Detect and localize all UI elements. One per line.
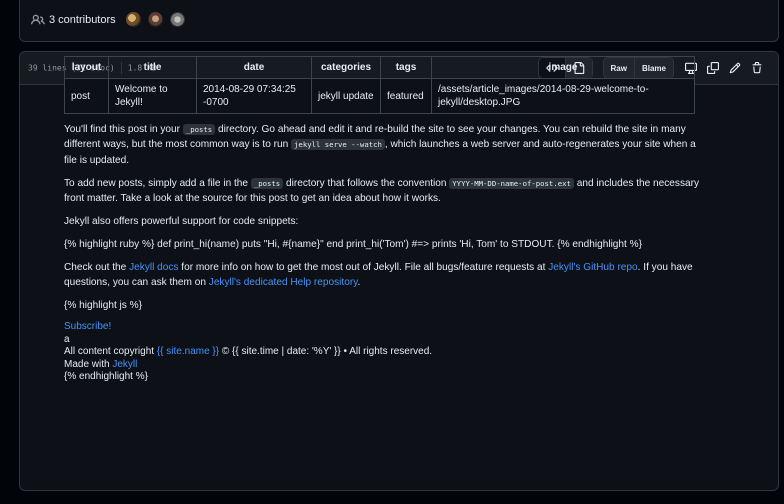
edit-button[interactable] bbox=[724, 58, 746, 78]
rendered-markdown: layout title date categories tags image … bbox=[64, 56, 704, 384]
help-repo-link[interactable]: Jekyll's dedicated Help repository bbox=[209, 277, 358, 288]
contributors-count[interactable]: 3 contributors bbox=[49, 14, 116, 26]
copy-icon bbox=[707, 62, 719, 74]
table-header-row: layout title date categories tags image bbox=[64, 56, 695, 79]
contributor-avatar[interactable] bbox=[125, 12, 141, 27]
table-header: title bbox=[108, 56, 197, 79]
pencil-icon bbox=[729, 62, 741, 74]
text: Made with bbox=[64, 358, 113, 370]
text: You'll find this post in your bbox=[64, 124, 183, 135]
paragraph: You'll find this post in your _posts dir… bbox=[64, 122, 704, 168]
copy-button[interactable] bbox=[702, 58, 724, 78]
table-cell: /assets/article_images/2014-08-29-welcom… bbox=[431, 78, 695, 114]
paragraph: Jekyll also offers powerful support for … bbox=[64, 216, 299, 228]
text: for more info on how to get the most out… bbox=[178, 261, 549, 273]
text: directory that follows the convention bbox=[283, 177, 450, 189]
contributors-bar: 3 contributors bbox=[19, 0, 779, 42]
paragraph: {% highlight ruby %} def print_hi(name) … bbox=[64, 238, 642, 250]
inline-code: _posts bbox=[182, 124, 216, 135]
delete-button[interactable] bbox=[746, 58, 768, 78]
table-header: image bbox=[431, 56, 695, 79]
contributor-avatar[interactable] bbox=[147, 12, 163, 27]
jekyll-link[interactable]: Jekyll bbox=[112, 359, 137, 370]
table-cell: jekyll update bbox=[311, 78, 381, 114]
trash-icon bbox=[752, 62, 762, 74]
table-header: tags bbox=[380, 56, 432, 79]
text: a bbox=[64, 333, 70, 345]
table-cell: 2014-08-29 07:34:25 -0700 bbox=[196, 78, 312, 114]
text: © {{ site.time | date: '%Y' }} • All rig… bbox=[219, 346, 433, 358]
footer-block: Subscribe! a All content copyright {{ si… bbox=[64, 321, 704, 384]
inline-code: jekyll serve --watch bbox=[291, 139, 385, 151]
table-cell: Welcome to Jekyll! bbox=[108, 78, 197, 114]
table-header: date bbox=[196, 56, 312, 79]
subscribe-link[interactable]: Subscribe! bbox=[64, 321, 111, 332]
text: Check out the bbox=[64, 261, 130, 273]
text: {% endhighlight %} bbox=[64, 371, 148, 383]
paragraph: To add new posts, simply add a file in t… bbox=[64, 176, 704, 207]
people-icon bbox=[31, 14, 45, 24]
text: To add new posts, simply add a file in t… bbox=[64, 177, 251, 189]
paragraph: {% highlight js %} bbox=[64, 300, 142, 312]
text: All content copyright bbox=[64, 346, 157, 358]
table-cell: post bbox=[64, 78, 109, 114]
paragraph: Check out the Jekyll docs for more info … bbox=[64, 260, 704, 291]
github-repo-link[interactable]: Jekyll's GitHub repo bbox=[548, 262, 637, 273]
text: . bbox=[357, 277, 361, 289]
table-cell: featured bbox=[380, 78, 432, 114]
contributor-avatar[interactable] bbox=[169, 12, 185, 27]
table-row: post Welcome to Jekyll! 2014-08-29 07:34… bbox=[64, 78, 695, 114]
site-name-link[interactable]: {{ site.name }} bbox=[157, 346, 219, 357]
front-matter-table: layout title date categories tags image … bbox=[64, 56, 695, 114]
inline-code: YYYY-MM-DD-name-of-post.ext bbox=[449, 177, 574, 189]
inline-code: _posts bbox=[250, 177, 284, 189]
jekyll-docs-link[interactable]: Jekyll docs bbox=[129, 262, 178, 273]
table-header: categories bbox=[311, 56, 381, 79]
table-header: layout bbox=[64, 56, 109, 79]
